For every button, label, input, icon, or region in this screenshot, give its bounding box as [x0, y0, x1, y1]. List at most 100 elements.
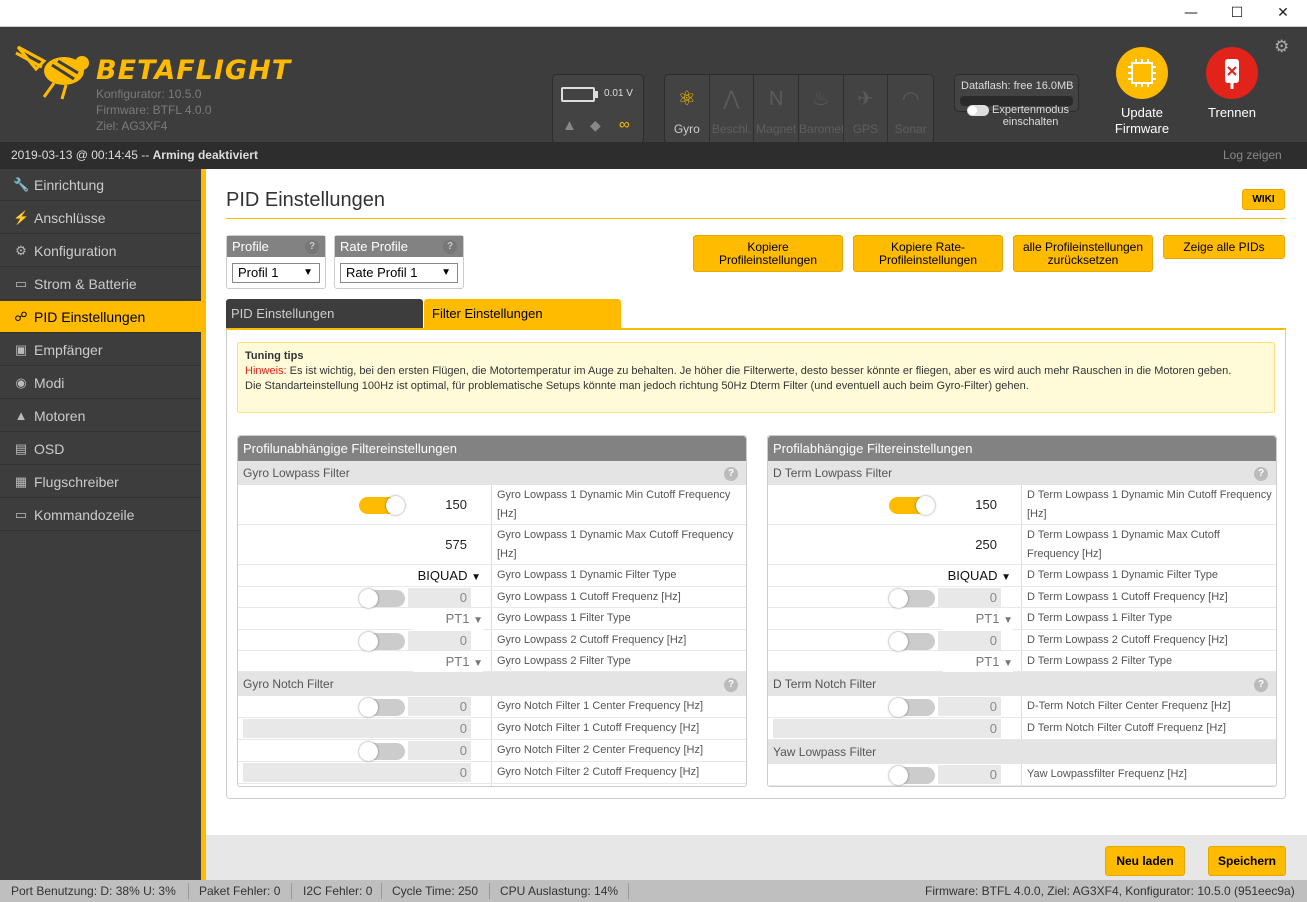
- dterm-lp1-type-row-select[interactable]: PT1 ▼: [943, 609, 1013, 630]
- gyro-lp1-row-input[interactable]: 0: [408, 587, 471, 607]
- dterm-lowpass-help-icon[interactable]: ?: [1254, 467, 1268, 481]
- gps-icon: ✈: [857, 88, 874, 110]
- bottom-status-bar: Port Benutzung: D: 38% U: 3% Paket Fehle…: [0, 880, 1307, 902]
- sidebar-item-pid[interactable]: ☍ PID Einstellungen: [0, 301, 201, 333]
- update-firmware-button[interactable]: [1116, 47, 1168, 99]
- footer: Neu laden Speichern: [201, 835, 1307, 880]
- dterm-notch-cutoff-row-label: D Term Notch Filter Cutoff Frequenz [Hz]: [1027, 722, 1226, 734]
- profile-select[interactable]: Profil 1 ▼: [232, 263, 320, 283]
- gyro-lp2-type-row-select[interactable]: PT1 ▼: [413, 651, 483, 673]
- bee-logo-icon: [14, 39, 94, 104]
- gyro-notch-help-icon[interactable]: ?: [724, 678, 738, 692]
- yaw-lowpass-row-toggle[interactable]: [889, 766, 935, 785]
- dterm-lp1-row-toggle[interactable]: [889, 588, 935, 608]
- sidebar-item-motor[interactable]: ▲ Motoren: [0, 400, 201, 432]
- gyro-dyn-min-row-input[interactable]: 150: [408, 495, 471, 514]
- sensor-label: GPS: [852, 122, 879, 136]
- sidebar-item-wrench[interactable]: 🔧 Einrichtung: [0, 169, 201, 201]
- sidebar-item-label: Strom & Batterie: [34, 276, 137, 292]
- profile-dependent-filters: Profilabhängige Filtereinstellungen D Te…: [767, 435, 1277, 787]
- wiki-button[interactable]: WIKI: [1242, 189, 1285, 210]
- accelerometer-icon: ⋀: [723, 88, 740, 110]
- gyro-lp1-row-toggle[interactable]: [359, 588, 405, 608]
- cpu-load: CPU Auslastung: 14%: [500, 884, 619, 898]
- dterm-notch-header: D Term Notch Filter: [768, 672, 1276, 696]
- gyro-notch1-center-row-toggle[interactable]: [359, 698, 405, 717]
- reset-profile-button[interactable]: alle Profileinstellungen zurücksetzen: [1013, 235, 1153, 272]
- disconnect-button[interactable]: [1206, 47, 1258, 99]
- sidebar-item-label: Einrichtung: [34, 177, 105, 193]
- main-content: PID Einstellungen WIKI Profile ? Profil …: [201, 169, 1307, 880]
- dterm-notch-center-row-label: D-Term Notch Filter Center Frequenz [Hz]: [1027, 700, 1231, 712]
- gyro-icon: ⚛: [677, 88, 696, 110]
- dterm-lp2-row-toggle[interactable]: [889, 631, 935, 651]
- status-datetime: 2019-03-13 @ 00:14:45 --: [11, 148, 153, 162]
- configurator-version: Konfigurator: 10.5.0: [96, 87, 202, 101]
- profile-label: Profile: [232, 239, 269, 254]
- barometer-icon: ♨: [811, 88, 830, 110]
- profile-help-icon[interactable]: ?: [305, 240, 319, 254]
- rate-profile-select[interactable]: Rate Profil 1 ▼: [340, 263, 458, 283]
- sidebar-item-label: Kommandozeile: [34, 507, 135, 523]
- close-button[interactable]: ✕: [1260, 0, 1306, 27]
- show-log-link[interactable]: Log zeigen: [1223, 148, 1282, 162]
- tuning-tips: Tuning tips Hinweis: Es ist wichtig, bei…: [237, 342, 1275, 413]
- dterm-dyn-max-row-input[interactable]: 250: [773, 535, 1001, 554]
- gyro-dyn-type-row-select[interactable]: BIQUAD ▼: [388, 566, 481, 587]
- sidebar-item-osd[interactable]: ▤ OSD: [0, 433, 201, 465]
- dterm-notch-center-row-toggle[interactable]: [889, 698, 935, 717]
- sidebar-item-plug[interactable]: ⚡ Anschlüsse: [0, 202, 201, 234]
- tips-hint: Hinweis: Es ist wichtig, bei den ersten …: [245, 365, 1232, 377]
- dterm-dyn-min-row-input[interactable]: 150: [938, 495, 1001, 514]
- sidebar-item-label: OSD: [34, 441, 65, 457]
- sidebar-item-battery[interactable]: ▭ Strom & Batterie: [0, 268, 201, 300]
- dterm-notch-help-icon[interactable]: ?: [1254, 678, 1268, 692]
- tab-pid-settings[interactable]: PID Einstellungen: [226, 299, 423, 328]
- dterm-lp1-type-row-label: D Term Lowpass 1 Filter Type: [1027, 612, 1173, 624]
- copy-rate-profile-button[interactable]: Kopiere Rate- Profileinstellungen: [853, 235, 1003, 272]
- gyro-lp2-type-row-label: Gyro Lowpass 2 Filter Type: [497, 654, 631, 667]
- gyro-notch1-center-row-input[interactable]: 0: [408, 697, 471, 716]
- reload-button[interactable]: Neu laden: [1105, 846, 1185, 876]
- gyro-dyn-min-row-toggle[interactable]: [359, 496, 405, 515]
- settings-gear-icon[interactable]: ⚙: [1274, 37, 1289, 57]
- maximize-button[interactable]: ☐: [1214, 0, 1260, 27]
- dterm-notch-cutoff-row-input[interactable]: 0: [773, 719, 1001, 738]
- tab-filter-settings[interactable]: Filter Einstellungen: [424, 299, 621, 328]
- receiver-icon: ▣: [14, 342, 28, 357]
- rate-profile-help-icon[interactable]: ?: [443, 240, 457, 254]
- dterm-dyn-min-row-toggle[interactable]: [889, 496, 935, 515]
- gyro-lp2-row-toggle[interactable]: [359, 631, 405, 651]
- pid-icon: ☍: [14, 309, 28, 324]
- save-button[interactable]: Speichern: [1208, 846, 1286, 876]
- dterm-lp1-row-input[interactable]: 0: [938, 587, 1001, 607]
- dterm-dyn-type-row-select[interactable]: BIQUAD ▼: [918, 566, 1011, 587]
- gyro-lp1-type-row-select[interactable]: PT1 ▼: [413, 609, 483, 630]
- gyro-dyn-max-row-label: Gyro Lowpass 1 Dynamic Max Cutoff Freque…: [497, 529, 734, 560]
- sidebar-item-modes[interactable]: ◉ Modi: [0, 367, 201, 399]
- gyro-dyn-max-row-input[interactable]: 575: [243, 535, 471, 554]
- expert-mode-toggle[interactable]: [967, 105, 989, 119]
- gyro-notch2-cutoff-row-input[interactable]: 0: [243, 763, 471, 782]
- gyro-notch2-center-row-toggle[interactable]: [359, 742, 405, 761]
- show-all-pids-button[interactable]: Zeige alle PIDs: [1163, 235, 1285, 259]
- sidebar-item-blackbox[interactable]: ▦ Flugschreiber: [0, 466, 201, 498]
- dterm-lp2-row-input[interactable]: 0: [938, 630, 1001, 650]
- copy-profile-button[interactable]: Kopiere Profileinstellungen: [693, 235, 843, 272]
- dterm-notch-center-row-input[interactable]: 0: [938, 697, 1001, 716]
- gyro-notch2-center-row-input[interactable]: 0: [408, 741, 471, 760]
- gyro-lowpass-help-icon[interactable]: ?: [724, 467, 738, 481]
- gyro-notch2-center-row-label: Gyro Notch Filter 2 Center Frequency [Hz…: [497, 744, 704, 756]
- sidebar-item-gear[interactable]: ⚙ Konfiguration: [0, 235, 201, 267]
- gyro-lp2-row-input[interactable]: 0: [408, 630, 471, 650]
- dterm-lp2-type-row-select[interactable]: PT1 ▼: [943, 651, 1013, 673]
- brand-logo-text: BETAFLIGHT: [96, 55, 292, 86]
- firmware-info: Firmware: BTFL 4.0.0, Ziel: AG3XF4, Konf…: [925, 884, 1295, 898]
- gyro-notch1-cutoff-row-input[interactable]: 0: [243, 719, 471, 738]
- sidebar-item-cli[interactable]: ▭ Kommandozeile: [0, 499, 201, 531]
- sidebar-item-receiver[interactable]: ▣ Empfänger: [0, 334, 201, 366]
- motor-icon: ▲: [14, 408, 28, 423]
- dterm-lp2-row-label: D Term Lowpass 2 Cutoff Frequency [Hz]: [1027, 633, 1228, 646]
- minimize-button[interactable]: —: [1168, 0, 1214, 27]
- yaw-lowpass-row-input[interactable]: 0: [938, 765, 1001, 784]
